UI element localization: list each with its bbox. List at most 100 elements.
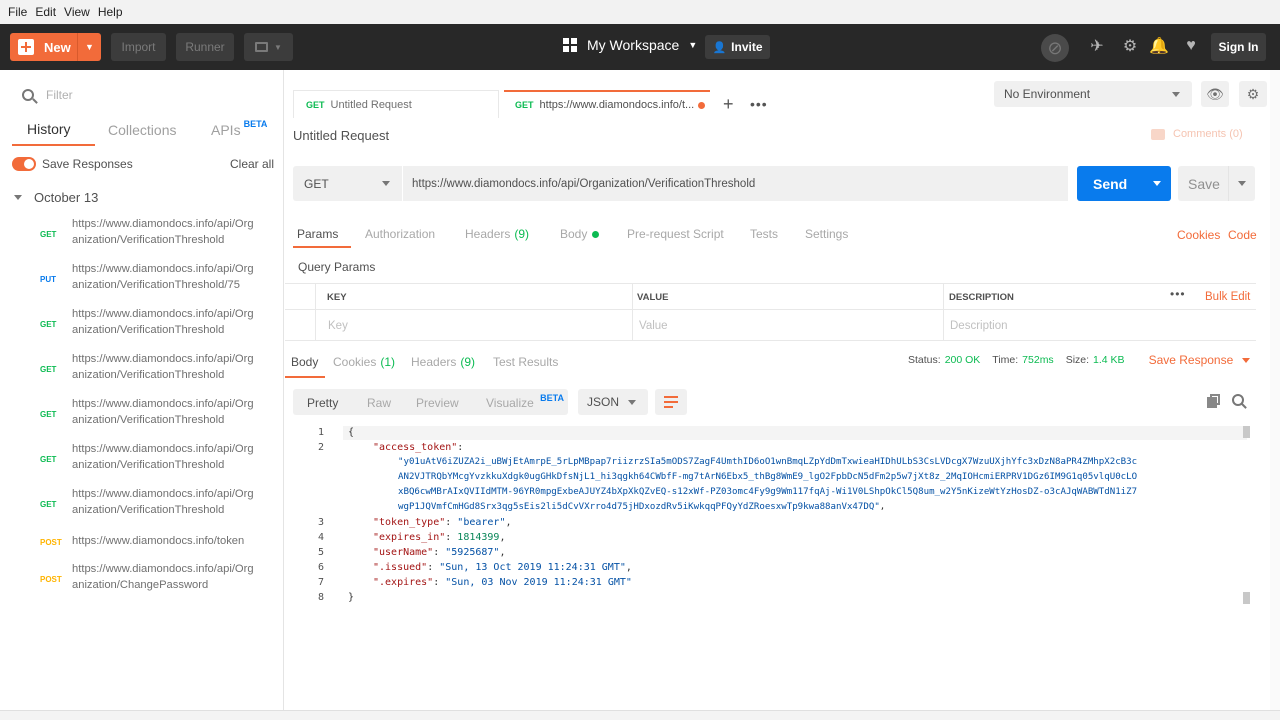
column-value-header: VALUE [637,292,669,303]
save-response-button[interactable]: Save Response [1149,353,1251,367]
beta-badge: BETA [540,393,564,403]
search-icon [22,89,34,101]
more-options-icon[interactable]: ••• [1170,287,1186,301]
status-label: Status: [908,354,941,366]
tab-body[interactable]: Body [560,222,600,248]
headers-count: (9) [514,227,530,241]
send-button[interactable]: Send [1077,166,1171,201]
tab-collections[interactable]: Collections [108,114,176,146]
sync-off-icon[interactable]: ⊘ [1041,34,1069,62]
format-select[interactable]: JSON [578,389,648,415]
chevron-down-icon [628,399,636,405]
description-input[interactable]: Description [950,320,1008,332]
tab-active-request[interactable]: GET https://www.diamondocs.info/t... [504,90,710,118]
search-icon-handle [1241,403,1247,409]
history-item[interactable]: GET https://www.diamondocs.info/api/Org a… [0,306,284,346]
menu-file[interactable]: File [4,5,31,19]
history-item[interactable]: GET https://www.diamondocs.info/api/Org a… [0,441,284,481]
url-input[interactable]: https://www.diamondocs.info/api/Organiza… [403,166,1068,201]
history-item[interactable]: GET https://www.diamondocs.info/api/Org a… [0,216,284,256]
size-value[interactable]: 1.4 KB [1093,354,1125,366]
add-tab-icon[interactable]: + [723,90,734,118]
response-body-code[interactable]: 1 2 3 4 5 6 7 8 { "access_token": "y01uA… [293,426,1253,611]
new-button[interactable]: New ▼ [10,33,101,61]
history-item[interactable]: PUT https://www.diamondocs.info/api/Org a… [0,261,284,301]
tab-headers[interactable]: Headers (9) [465,222,529,248]
size-label: Size: [1065,354,1090,366]
history-item[interactable]: GET https://www.diamondocs.info/api/Org a… [0,396,284,436]
import-button[interactable]: Import [111,33,166,61]
view-preview[interactable]: Preview [416,396,459,410]
runner-button[interactable]: Runner [176,33,234,61]
comments-label: Comments (0) [1173,128,1243,140]
method-badge: PUT [40,275,56,284]
environment-select[interactable]: No Environment [994,81,1192,107]
tab-response-body[interactable]: Body [285,350,325,378]
method-select[interactable]: GET [293,166,402,201]
tab-response-cookies[interactable]: Cookies (1) [333,350,395,378]
heart-icon[interactable]: ♥ [1181,36,1201,56]
json-string: AN2VJTRQbYMcgYvzkkuXdgk0ugGHkDfsNjL1_hi3… [398,472,1138,482]
eye-icon[interactable]: 👁 [1201,81,1229,107]
status-value[interactable]: 200 OK [945,354,981,366]
view-visualize[interactable]: Visualize BETA [486,393,564,410]
invite-button[interactable]: 👤 Invite [705,35,770,59]
tab-params[interactable]: Params [293,222,351,248]
code-scrollbar-thumb[interactable] [1243,426,1250,438]
history-url: https://www.diamondocs.info/api/Org aniza… [72,353,254,381]
send-split[interactable] [1143,166,1171,201]
new-dropdown-icon[interactable]: ▼ [77,33,101,61]
tab-settings[interactable]: Settings [805,222,848,248]
tab-response-headers[interactable]: Headers (9) [411,350,475,378]
clear-all-button[interactable]: Clear all [230,157,274,171]
wrap-lines-button[interactable] [655,389,687,415]
tab-authorization[interactable]: Authorization [365,222,435,248]
json-line: "expires_in": 1814399, [373,532,506,543]
wrench-icon[interactable]: ⚙ [1120,36,1140,56]
filter-input[interactable]: Filter [14,84,272,106]
invite-label: Invite [731,40,763,54]
tab-prerequest-script[interactable]: Pre-request Script [627,222,724,248]
history-item[interactable]: POST https://www.diamondocs.info/api/Org… [0,561,284,601]
main-scrollbar[interactable] [1270,70,1280,710]
copy-icon[interactable] [1207,394,1220,408]
history-item[interactable]: POST https://www.diamondocs.info/token [0,531,284,553]
new-button-label: New [44,39,71,55]
history-item[interactable]: GET https://www.diamondocs.info/api/Org a… [0,486,284,526]
workspace-selector[interactable]: My Workspace ▼ [563,37,697,53]
view-raw[interactable]: Raw [367,396,391,410]
json-string: xBQ6cwMBrAIxQVIIdMTM-96YR0mpgExbeAJUYZ4b… [398,487,1138,497]
tab-tests[interactable]: Tests [750,222,778,248]
save-responses-toggle[interactable] [12,157,36,171]
code-scrollbar-thumb[interactable] [1243,592,1250,604]
save-split[interactable] [1228,166,1255,201]
bulk-edit-link[interactable]: Bulk Edit [1205,291,1250,303]
tab-test-results[interactable]: Test Results [493,350,558,378]
view-pretty[interactable]: Pretty [307,396,338,410]
sign-in-button[interactable]: Sign In [1211,33,1266,61]
history-item[interactable]: GET https://www.diamondocs.info/api/Org a… [0,351,284,391]
history-day-group[interactable]: October 13 [14,190,98,205]
menu-edit[interactable]: Edit [31,5,60,19]
comments-button[interactable]: Comments (0) [1151,128,1243,140]
key-input[interactable]: Key [328,320,348,332]
bell-icon[interactable]: 🔔 [1149,36,1169,56]
tab-history[interactable]: History [12,114,95,146]
satellite-icon[interactable]: ✈ [1087,36,1107,56]
beta-badge: BETA [243,119,268,129]
more-tabs-icon[interactable]: ••• [750,90,768,118]
menu-help[interactable]: Help [94,5,127,19]
save-button[interactable]: Save [1178,166,1255,201]
tab-untitled-request[interactable]: GET Untitled Request [293,90,499,118]
gear-icon[interactable]: ⚙ [1239,81,1267,107]
code-link[interactable]: Code [1228,228,1257,242]
tab-apis[interactable]: APIs BETA [211,114,267,146]
menu-view[interactable]: View [60,5,94,19]
history-url: https://www.diamondocs.info/token [72,535,245,547]
value-input[interactable]: Value [639,320,668,332]
time-value[interactable]: 752ms [1022,354,1054,366]
tab-method: GET [306,99,325,110]
chevron-down-icon: ▼ [688,40,698,50]
cookies-link[interactable]: Cookies [1177,228,1220,242]
new-window-button[interactable]: ▼ [244,33,293,61]
